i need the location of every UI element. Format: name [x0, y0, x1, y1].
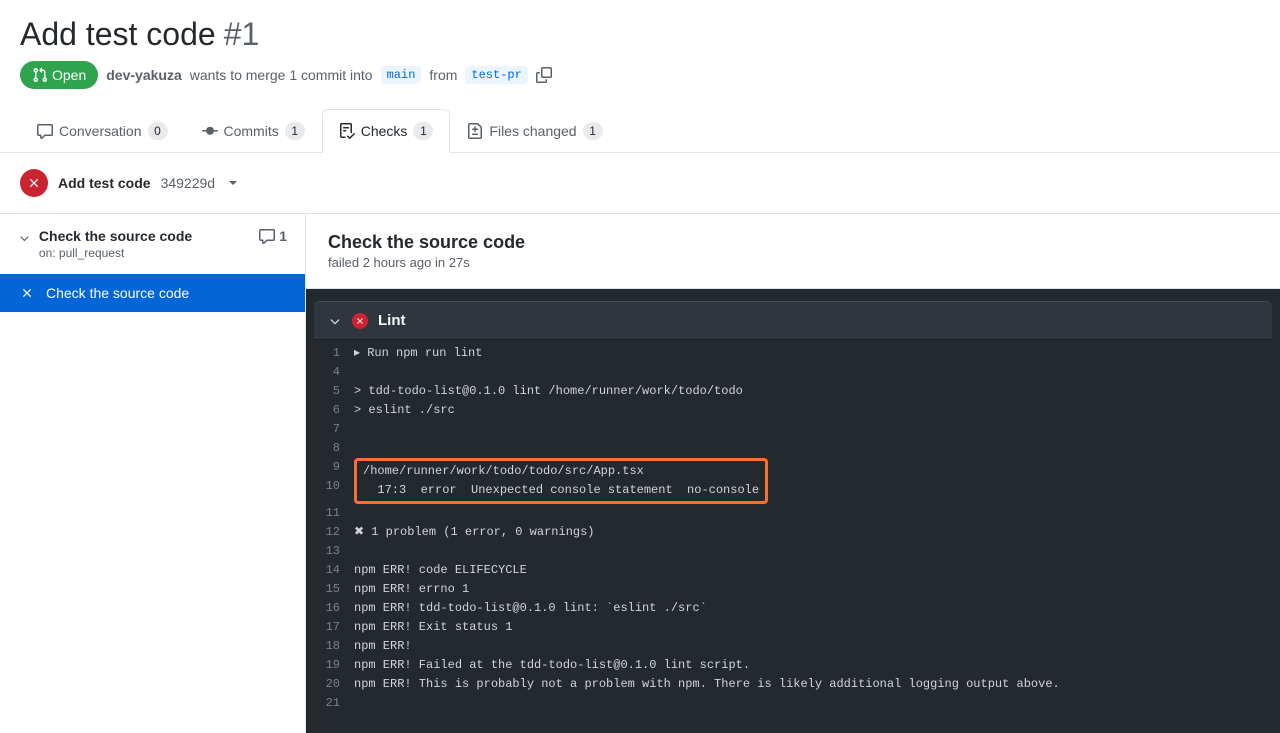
commit-sha[interactable]: 349229d: [161, 175, 216, 191]
tab-files-changed[interactable]: Files changed 1: [450, 109, 619, 152]
comment-icon: [37, 123, 53, 139]
log-line: 15npm ERR! errno 1: [314, 580, 1272, 599]
commit-bar: Add test code 349229d: [0, 153, 1280, 214]
comment-icon: [259, 228, 275, 244]
tab-checks[interactable]: Checks 1: [322, 109, 451, 153]
log-panel: Check the source code failed 2 hours ago…: [306, 214, 1280, 733]
log-line: 16npm ERR! tdd-todo-list@0.1.0 lint: `es…: [314, 599, 1272, 618]
git-pull-request-icon: [32, 67, 48, 83]
log-line: 6> eslint ./src: [314, 401, 1272, 420]
pr-number: #1: [224, 16, 260, 53]
log-line: 14npm ERR! code ELIFECYCLE: [314, 561, 1272, 580]
workflow-name: Check the source code: [39, 228, 192, 244]
checklist-icon: [339, 123, 355, 139]
merge-description: wants to merge 1 commit into: [190, 67, 373, 83]
pr-title: Add test code: [20, 16, 216, 53]
jobs-sidebar: Check the source code on: pull_request 1…: [0, 214, 306, 733]
chevron-down-icon: [18, 231, 31, 245]
run-subtitle: failed 2 hours ago in 27s: [328, 255, 1258, 270]
pr-author[interactable]: dev-yakuza: [106, 67, 181, 83]
dropdown-caret-icon[interactable]: [229, 181, 237, 185]
log-line: 11: [314, 504, 1272, 523]
head-branch[interactable]: test-pr: [465, 66, 527, 84]
status-badge: Open: [20, 61, 98, 89]
chevron-down-icon: [328, 314, 342, 328]
file-diff-icon: [467, 123, 483, 139]
status-failed-icon: [20, 169, 48, 197]
step-header[interactable]: Lint: [314, 301, 1272, 340]
log-line: 1▸ Run npm run lint: [314, 344, 1272, 363]
annotation-count[interactable]: 1: [259, 228, 287, 244]
status-failed-icon: [352, 313, 368, 329]
pr-tabs: Conversation 0 Commits 1 Checks 1 Files …: [0, 109, 1280, 153]
workflow-trigger: on: pull_request: [39, 246, 192, 260]
log-output[interactable]: 1▸ Run npm run lint45> tdd-todo-list@0.1…: [306, 340, 1280, 733]
tab-conversation[interactable]: Conversation 0: [20, 109, 185, 152]
log-line: 8: [314, 439, 1272, 458]
workflow-item[interactable]: Check the source code on: pull_request 1: [0, 214, 305, 274]
status-failed-icon: [18, 284, 36, 302]
log-line: 18npm ERR!: [314, 637, 1272, 656]
base-branch[interactable]: main: [381, 66, 422, 84]
commit-title[interactable]: Add test code: [58, 175, 151, 191]
log-line: 12✖ 1 problem (1 error, 0 warnings): [314, 523, 1272, 542]
log-line: 21: [314, 694, 1272, 713]
error-highlight: /home/runner/work/todo/todo/src/App.tsx …: [354, 458, 768, 504]
git-commit-icon: [202, 123, 218, 139]
job-name: Check the source code: [46, 285, 189, 301]
log-line: 4: [314, 363, 1272, 382]
tab-commits[interactable]: Commits 1: [185, 109, 322, 152]
log-line: 13: [314, 542, 1272, 561]
run-title: Check the source code: [328, 232, 1258, 253]
job-item-selected[interactable]: Check the source code: [0, 274, 305, 312]
log-line: 17npm ERR! Exit status 1: [314, 618, 1272, 637]
log-line: 5> tdd-todo-list@0.1.0 lint /home/runner…: [314, 382, 1272, 401]
log-line: 19npm ERR! Failed at the tdd-todo-list@0…: [314, 656, 1272, 675]
log-line: 7: [314, 420, 1272, 439]
log-line: 20npm ERR! This is probably not a proble…: [314, 675, 1272, 694]
step-name: Lint: [378, 312, 406, 329]
copy-icon[interactable]: [536, 67, 552, 83]
